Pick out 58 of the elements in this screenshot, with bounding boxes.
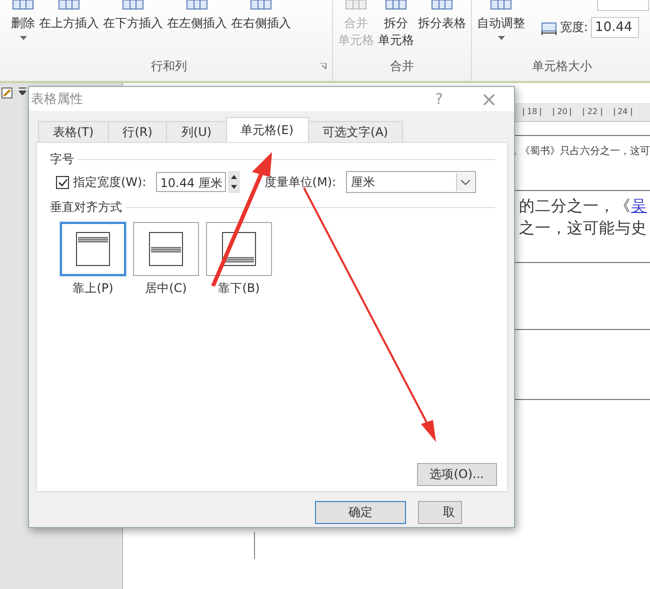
chevron-down-icon	[461, 180, 470, 184]
checkbox[interactable]	[56, 176, 69, 188]
ruler-number: 18	[523, 108, 542, 116]
group-label: 单元格大小	[532, 58, 592, 75]
dropdown-icon	[19, 87, 26, 95]
tab[interactable]: 列(U)	[166, 121, 227, 142]
cell-top-align-icon	[76, 232, 110, 266]
width-icon	[541, 20, 557, 34]
tab[interactable]: 行(R)	[108, 121, 168, 142]
section-label: 垂直对齐方式	[50, 199, 122, 216]
ribbon-button[interactable]: 拆分表格	[416, 0, 468, 32]
table-icon	[122, 0, 144, 10]
tab[interactable]: 表格(T)	[38, 121, 109, 142]
ribbon-button[interactable]: 删除	[9, 0, 37, 40]
unit-dropdown[interactable]: 厘米	[346, 171, 476, 193]
unit-label: 度量单位(M):	[264, 174, 336, 190]
edit-icon	[1, 87, 13, 99]
option-label: 居中(C)	[145, 280, 187, 297]
table-icon	[186, 0, 208, 10]
width-label: 宽度:	[560, 19, 588, 36]
tab[interactable]: 单元格(E)	[226, 117, 309, 142]
spin-icon	[228, 171, 240, 193]
option-label: 靠下(B)	[218, 280, 260, 297]
ribbon-button[interactable]: 在下方插入	[101, 0, 165, 32]
ribbon-button[interactable]: 在左侧插入	[165, 0, 229, 32]
options-button[interactable]: 选项(O)...	[416, 463, 497, 486]
group-label: 合并	[390, 58, 414, 75]
ribbon-button[interactable]: 自动调整	[475, 0, 527, 40]
cell-center-align-icon	[149, 232, 183, 266]
ruler-number: 24	[614, 108, 632, 116]
dialog-title: 表格属性	[31, 91, 84, 108]
section-label: 字号	[50, 151, 74, 168]
table-icon	[385, 0, 407, 10]
group-label: 行和列	[151, 58, 187, 75]
width-input[interactable]: 10.44 厘米	[156, 172, 226, 192]
document-text: 之一，这可能与史	[518, 218, 648, 239]
option-label: 靠上(P)	[72, 280, 114, 297]
checkbox-label: 指定宽度(W):	[73, 174, 146, 190]
ribbon-button[interactable]: 拆分 单元格	[376, 0, 416, 49]
ruler-number: 22	[583, 108, 602, 116]
width-field[interactable]: 10.44	[591, 17, 640, 38]
ruler-number: 20	[553, 108, 572, 116]
cancel-button[interactable]: 取	[418, 501, 462, 524]
alignment-option[interactable]	[60, 222, 126, 276]
table-icon	[490, 0, 512, 10]
table-icon	[345, 0, 367, 10]
ribbon-button[interactable]: 在上方插入	[37, 0, 101, 32]
table-icon	[250, 0, 272, 10]
ok-button[interactable]: 确定	[315, 501, 406, 524]
tab[interactable]: 可选文字(A)	[308, 121, 404, 142]
table-icon	[58, 0, 80, 10]
height-field[interactable]	[597, 0, 649, 11]
alignment-option[interactable]	[133, 222, 199, 276]
table-icon	[431, 0, 453, 10]
ribbon-button[interactable]: 在右侧插入	[229, 0, 293, 32]
alignment-option[interactable]	[206, 222, 272, 276]
table-icon	[12, 0, 34, 10]
document-link[interactable]: 吴	[631, 197, 647, 215]
